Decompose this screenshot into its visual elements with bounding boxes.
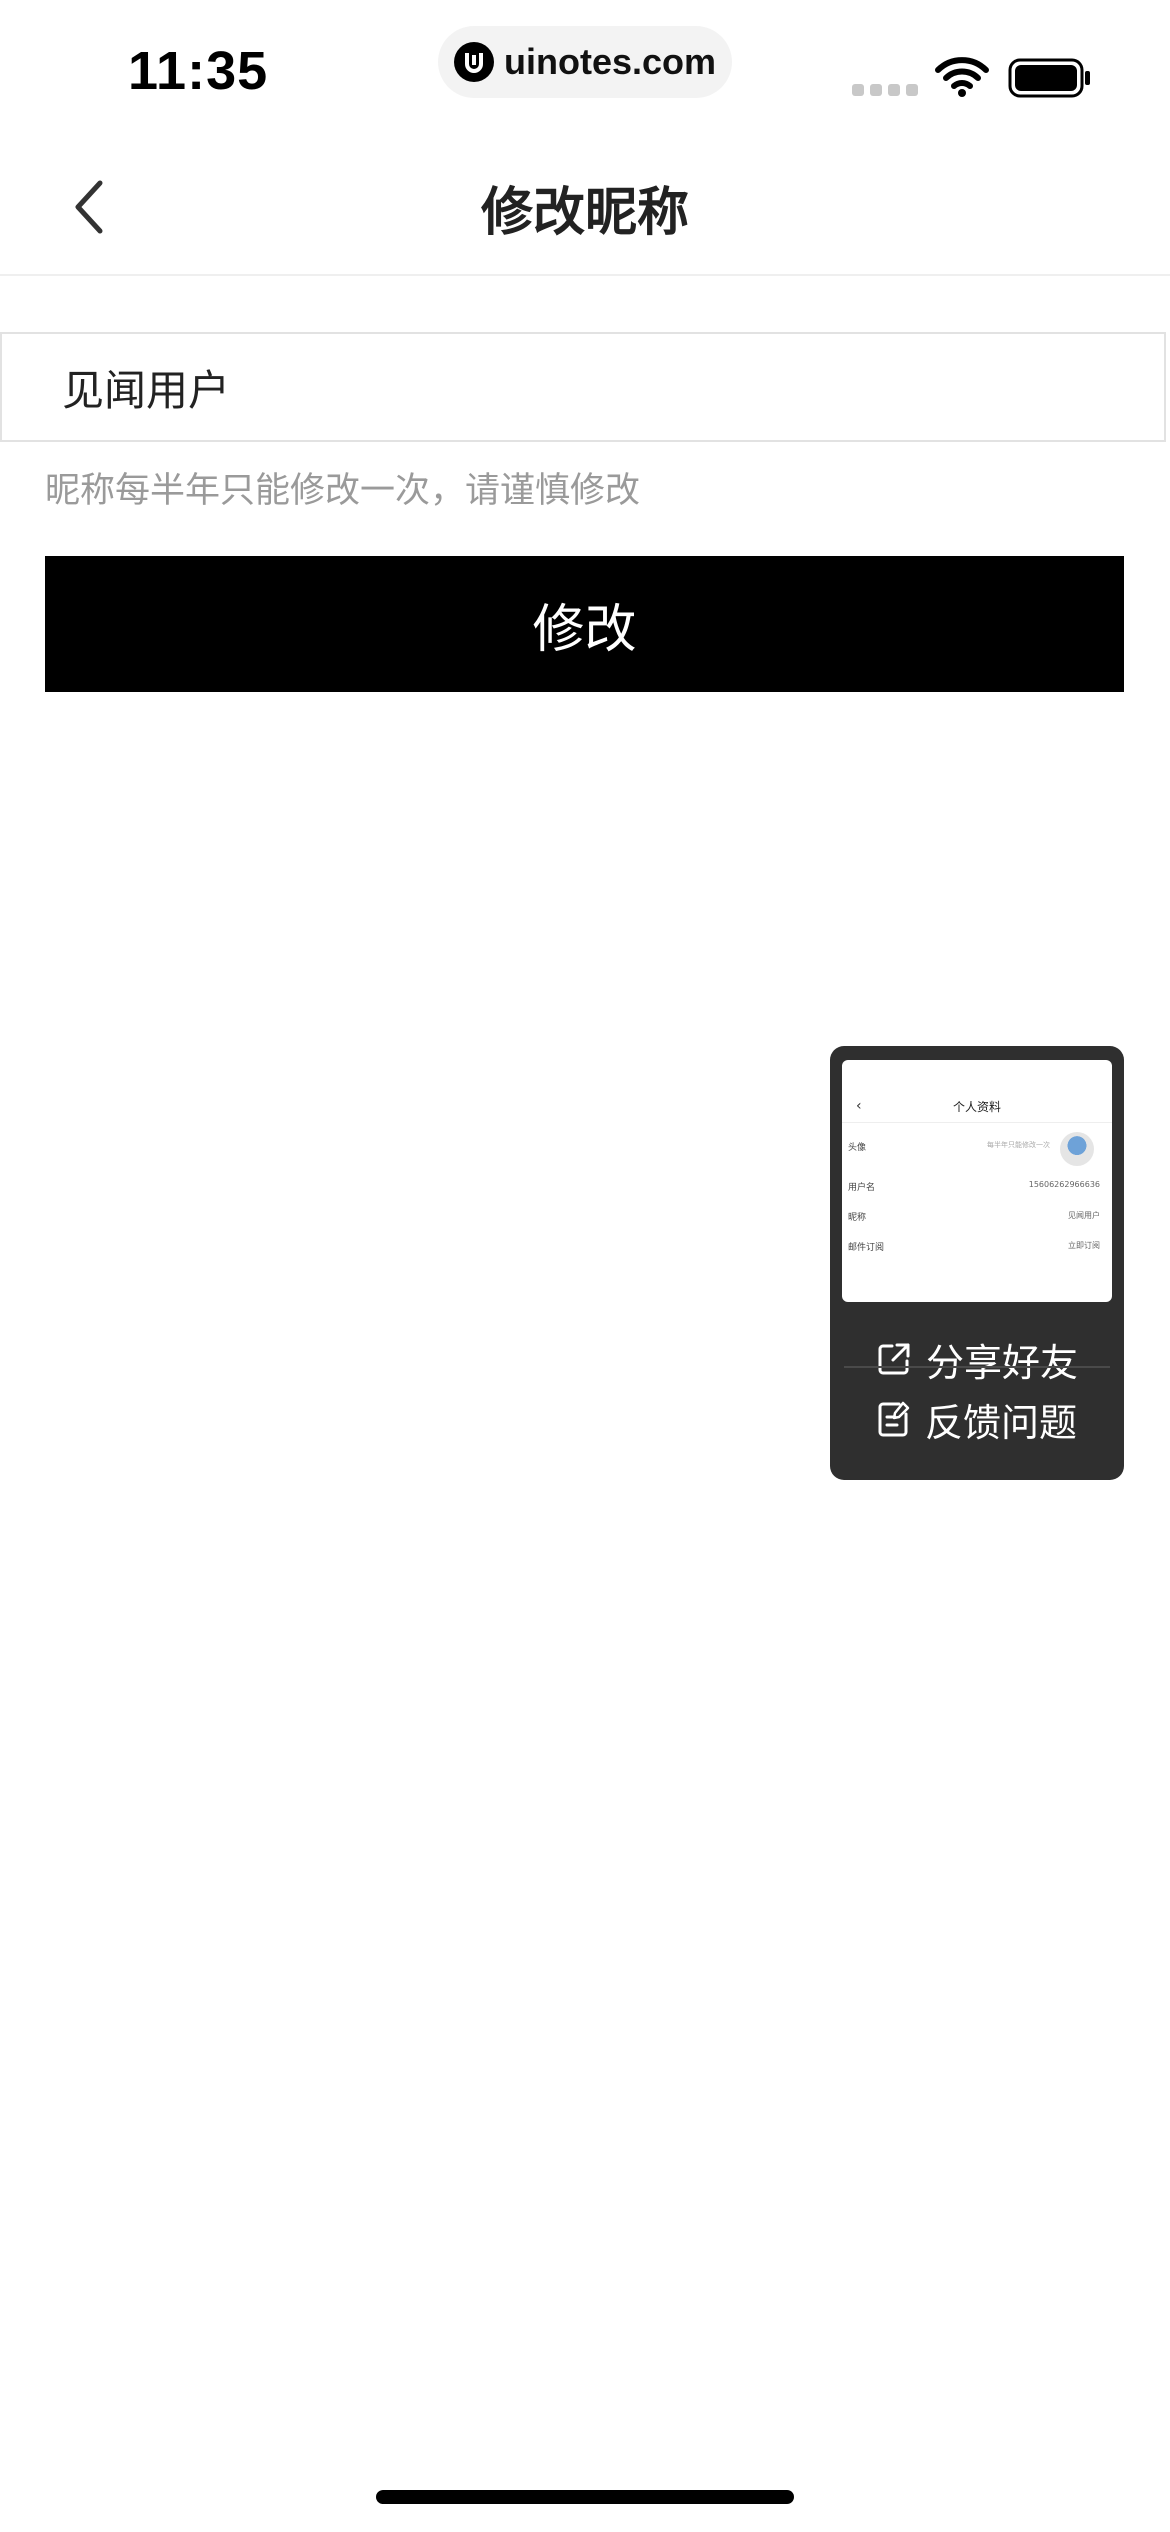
nickname-input[interactable] (62, 334, 1062, 440)
panel-divider (844, 1366, 1110, 1368)
screenshot-preview[interactable]: ‹ 个人资料 头像 每半年只能修改一次 用户名 15606262966636 昵… (842, 1060, 1112, 1302)
url-text: uinotes.com (503, 41, 717, 82)
preview-row-value: 每半年只能修改一次 (987, 1141, 1050, 1149)
preview-divider (842, 1122, 1112, 1123)
battery-icon (1008, 58, 1092, 102)
preview-row-label: 用户名 (848, 1183, 876, 1193)
preview-row-value: 15606262966636 (1028, 1180, 1100, 1189)
wifi-icon (934, 56, 990, 102)
preview-row-label: 头像 (848, 1143, 867, 1153)
feedback-icon (878, 1401, 910, 1437)
preview-row-value: 见闻用户 (1068, 1211, 1100, 1220)
status-bar: 11:35 uinotes.com (0, 0, 1170, 140)
preview-row: 昵称 见闻用户 (848, 1210, 1106, 1223)
preview-row: 头像 每半年只能修改一次 (848, 1140, 1106, 1153)
page-title: 修改昵称 (480, 183, 689, 243)
hint-text: 昵称每半年只能修改一次，请谨慎修改 (45, 471, 641, 511)
url-pill[interactable]: uinotes.com (438, 26, 732, 98)
preview-row: 邮件订阅 立即订阅 (848, 1240, 1106, 1253)
preview-row-value: 立即订阅 (1068, 1241, 1100, 1250)
submit-button[interactable]: 修改 (45, 556, 1124, 692)
floating-feedback-panel: ‹ 个人资料 头像 每半年只能修改一次 用户名 15606262966636 昵… (830, 1046, 1124, 1480)
preview-title: 个人资料 (952, 1100, 1001, 1114)
preview-row-label: 昵称 (848, 1213, 867, 1223)
home-indicator (376, 2490, 794, 2504)
screen: 11:35 uinotes.com 修改昵称 见闻用户 昵称每半年只能修改一次，… (0, 0, 1170, 2532)
uinotes-logo-icon (453, 42, 494, 82)
nickname-field (0, 332, 1166, 442)
nav-bar: 修改昵称 (0, 140, 1170, 276)
feedback-label: 反馈问题 (924, 1400, 1077, 1445)
status-time: 11:35 (128, 41, 269, 101)
preview-row-label: 邮件订阅 (848, 1243, 885, 1253)
signal-icon (852, 84, 918, 96)
preview-row: 用户名 15606262966636 (848, 1180, 1106, 1193)
feedback-button[interactable]: 反馈问题 (844, 1370, 1110, 1468)
